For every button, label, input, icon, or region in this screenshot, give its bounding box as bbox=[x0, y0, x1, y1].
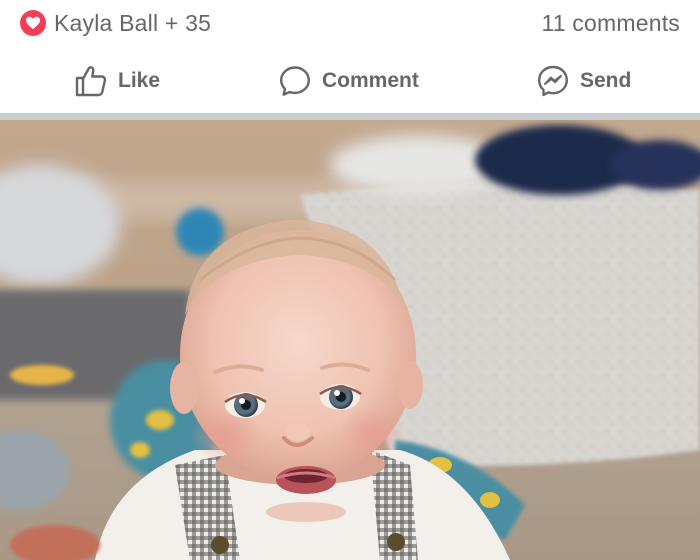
thumbs-up-icon bbox=[74, 64, 108, 98]
messenger-send-icon bbox=[536, 64, 570, 98]
post-card: Kayla Ball + 35 11 comments Like Comment bbox=[0, 0, 700, 560]
section-divider bbox=[0, 113, 700, 120]
comment-label: Comment bbox=[322, 69, 419, 92]
reactions-text: Kayla Ball + 35 bbox=[54, 9, 212, 36]
post-actions-bar: Like Comment Send bbox=[0, 52, 700, 110]
like-button[interactable]: Like bbox=[74, 62, 160, 100]
post-photo[interactable] bbox=[0, 120, 700, 560]
reactions-summary-row: Kayla Ball + 35 11 comments bbox=[0, 0, 700, 46]
comments-count-link[interactable]: 11 comments bbox=[541, 10, 680, 37]
send-button[interactable]: Send bbox=[536, 62, 631, 100]
heart-icon bbox=[20, 10, 46, 36]
like-label: Like bbox=[118, 69, 161, 92]
comment-bubble-icon bbox=[278, 64, 312, 98]
comment-button[interactable]: Comment bbox=[278, 62, 419, 100]
baby-photo bbox=[0, 120, 700, 560]
send-label: Send bbox=[580, 69, 632, 92]
reactions-summary[interactable]: Kayla Ball + 35 bbox=[20, 10, 211, 37]
